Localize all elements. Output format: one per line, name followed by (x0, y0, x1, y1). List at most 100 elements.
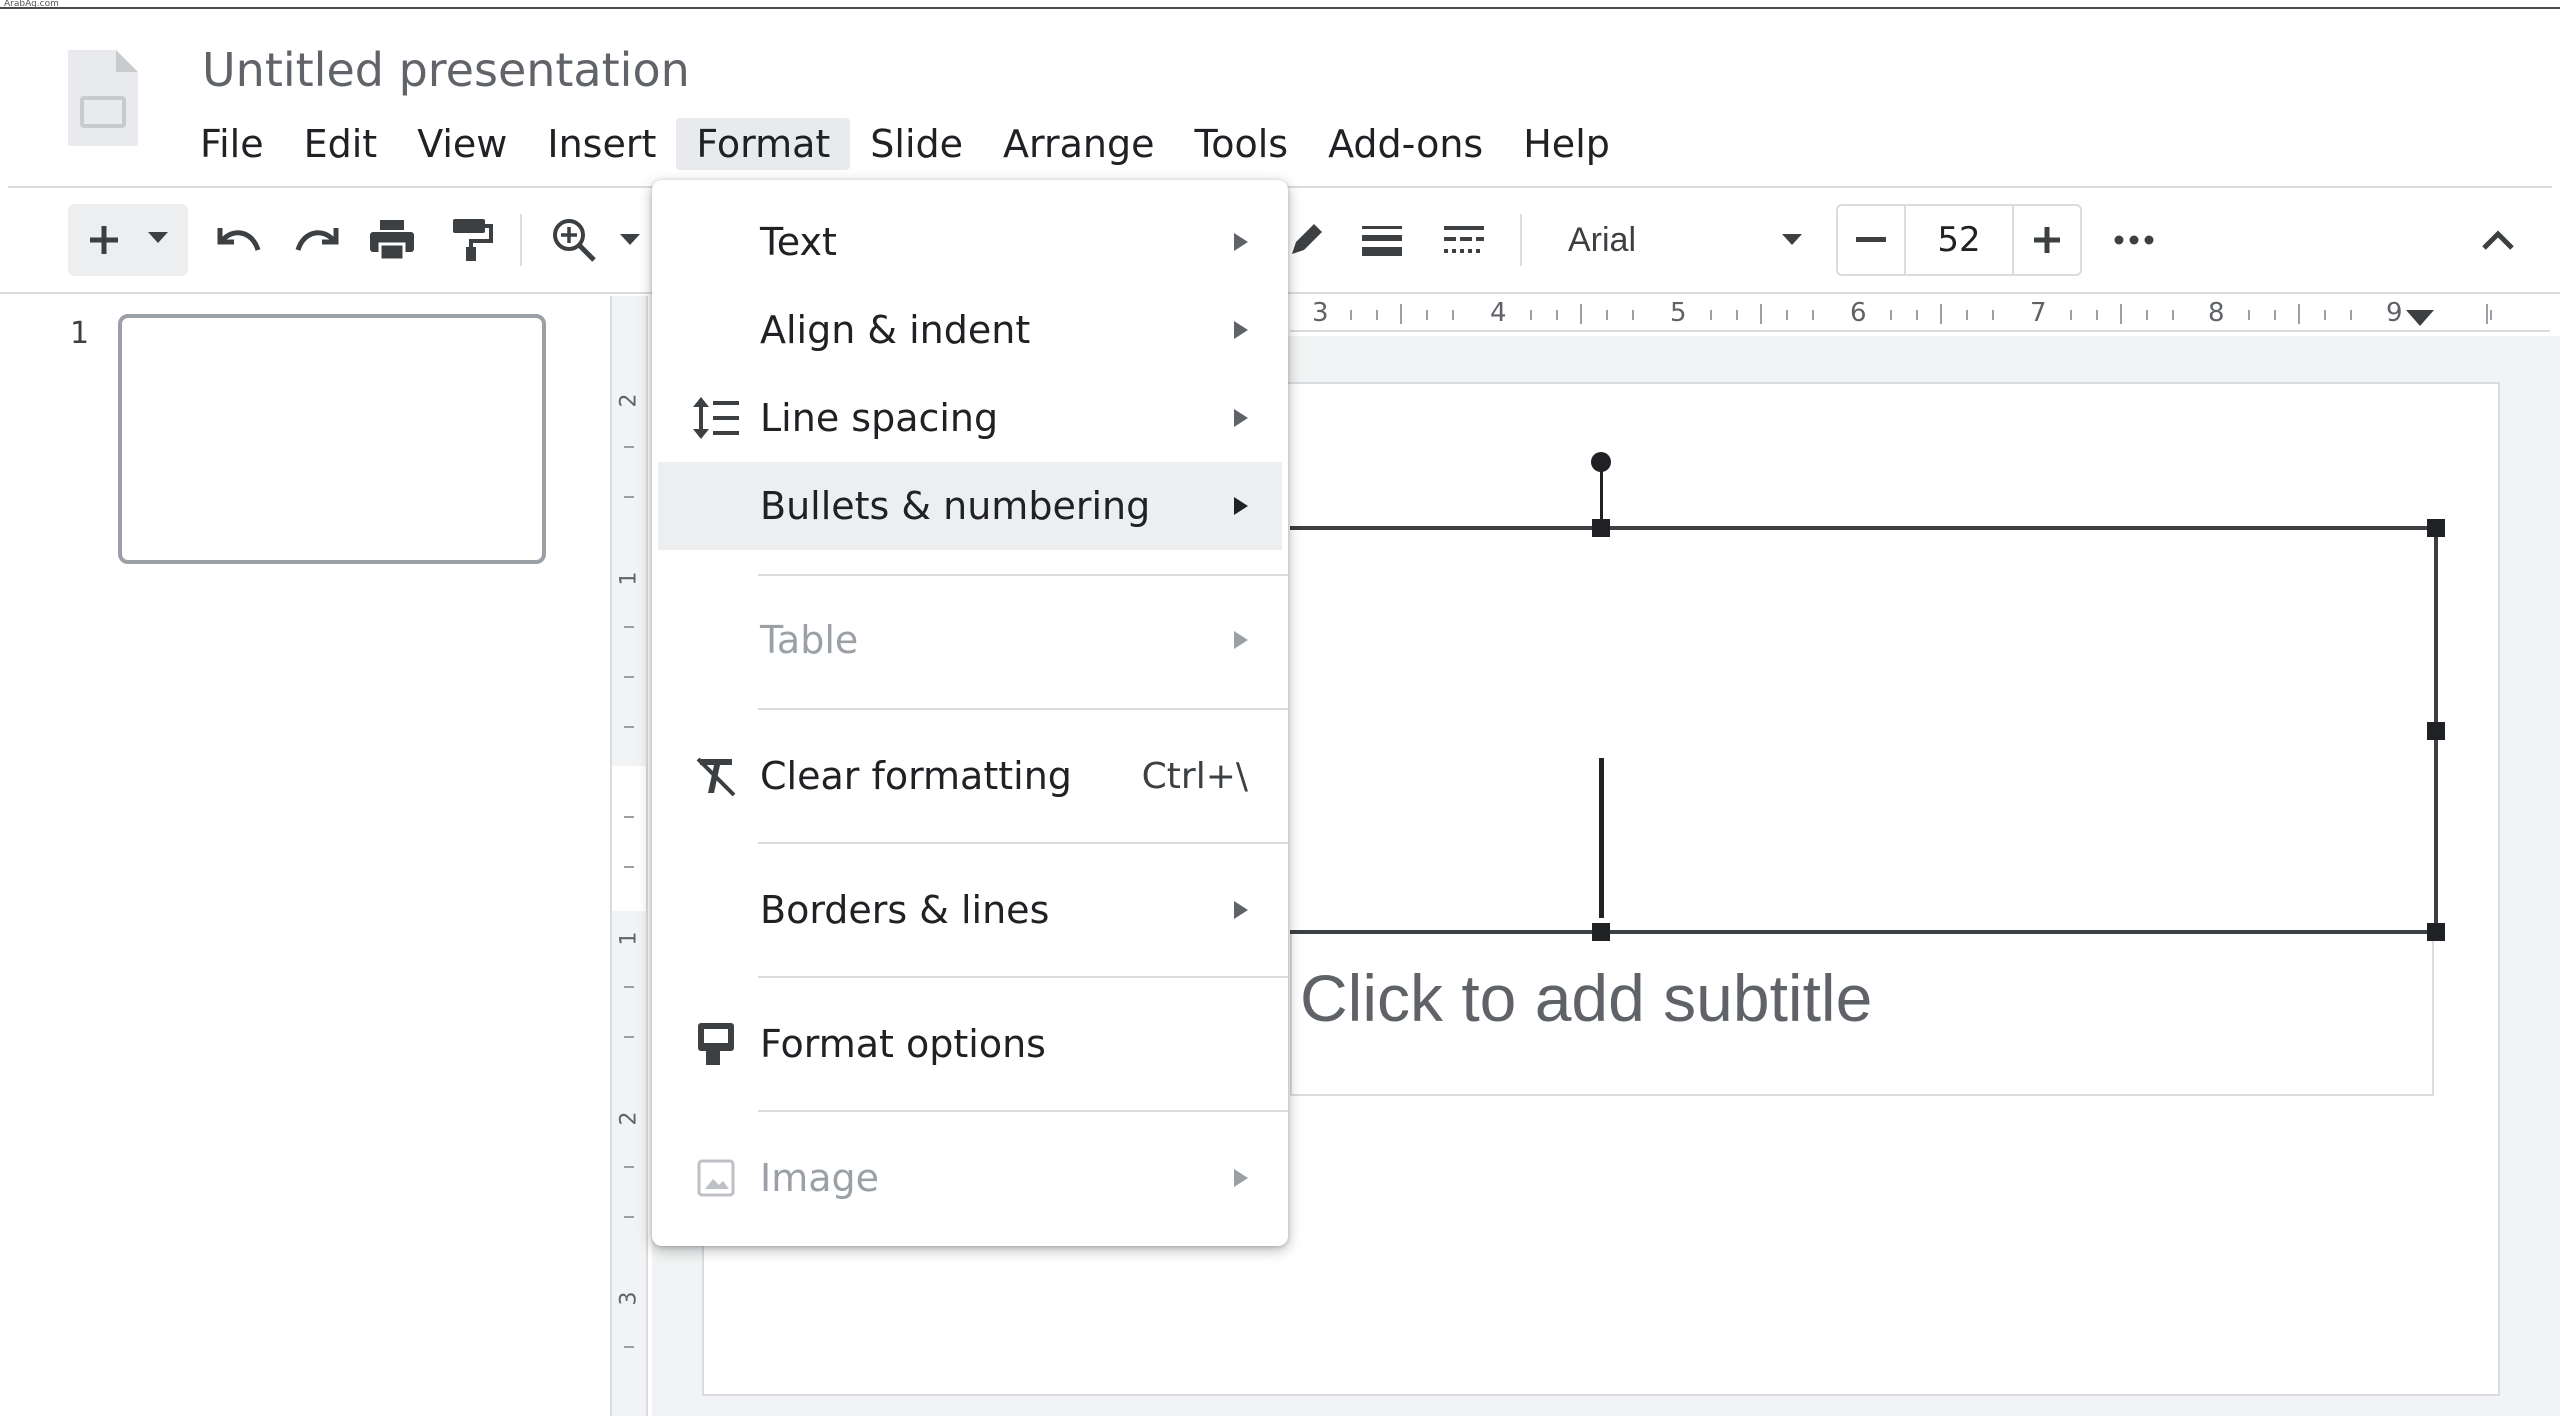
menu-edit[interactable]: Edit (284, 118, 398, 170)
hruler-tick (2172, 310, 2174, 320)
vruler-label: 2 (616, 1111, 642, 1126)
print-icon[interactable] (364, 212, 420, 268)
slide-number: 1 (70, 316, 90, 351)
zoom-dropdown-icon[interactable] (616, 228, 644, 252)
format-menu-item-line-spacing[interactable]: Line spacing (652, 374, 1288, 462)
menu-help[interactable]: Help (1503, 118, 1630, 170)
menu-separator (758, 708, 1288, 710)
hruler-tick (1992, 310, 1994, 320)
toolbar-separator (520, 214, 522, 266)
clear-formatting-icon (690, 750, 742, 802)
vruler-tick (624, 1166, 634, 1168)
resize-handle-top-right[interactable] (2427, 519, 2445, 537)
vruler-tick (624, 626, 634, 628)
vruler-tick (624, 676, 634, 678)
rotate-handle[interactable] (1591, 452, 1611, 472)
submenu-arrow-icon (1234, 1169, 1248, 1187)
menu-item-shortcut: Ctrl+\ (1141, 755, 1248, 797)
format-menu: Text Align & indent Line spacing Bullets… (652, 180, 1288, 1246)
menu-arrange[interactable]: Arrange (983, 118, 1174, 170)
decrease-font-size-button[interactable] (1838, 206, 1904, 274)
plus-icon (2034, 227, 2060, 253)
menu-view[interactable]: View (397, 118, 527, 170)
menu-item-label: Borders & lines (760, 888, 1050, 932)
zoom-icon[interactable] (546, 212, 602, 268)
menu-slide[interactable]: Slide (850, 118, 983, 170)
resize-handle-right[interactable] (2427, 722, 2445, 740)
hruler-tick (1710, 310, 1712, 320)
vruler-tick (624, 1036, 634, 1038)
hruler-tick (1606, 310, 1608, 320)
plus-icon[interactable] (82, 218, 126, 262)
hruler-label: 5 (1670, 298, 1687, 328)
toolbar-separator (1520, 214, 1522, 266)
hruler-tick (2120, 304, 2122, 324)
menu-tools[interactable]: Tools (1175, 118, 1309, 170)
hruler-label: 3 (1312, 298, 1329, 328)
font-size-input[interactable]: 52 (1904, 206, 2014, 274)
watermark: ArabAq.com (4, 0, 59, 9)
presentation-title[interactable]: Untitled presentation (202, 40, 690, 100)
format-menu-item-clear-formatting[interactable]: Clear formatting Ctrl+\ (652, 732, 1288, 820)
menu-item-label: Align & indent (760, 308, 1031, 352)
hruler-tick (1760, 304, 1762, 324)
resize-handle-bottom[interactable] (1592, 923, 1610, 941)
format-options-icon (690, 1018, 742, 1070)
hruler-tick (1916, 310, 1918, 320)
redo-icon[interactable] (290, 216, 346, 264)
slide-thumbnail[interactable] (118, 314, 546, 564)
vruler-tick (624, 496, 634, 498)
vruler-tick (624, 1216, 634, 1218)
slides-logo-icon[interactable] (66, 48, 140, 148)
vertical-ruler[interactable]: 2 1 1 2 3 (610, 296, 648, 1416)
collapse-icon[interactable] (2468, 212, 2528, 268)
submenu-arrow-icon (1234, 321, 1248, 339)
more-icon[interactable] (2104, 212, 2164, 268)
text-cursor (1599, 758, 1604, 918)
hruler-tick (1812, 310, 1814, 320)
menu-file[interactable]: File (180, 118, 284, 170)
new-slide-button-group (68, 204, 188, 276)
menu-insert[interactable]: Insert (527, 118, 676, 170)
hruler-tick (2490, 310, 2492, 320)
border-dash-icon[interactable] (1436, 212, 1492, 268)
menu-item-label: Bullets & numbering (760, 484, 1151, 528)
resize-handle-top[interactable] (1592, 519, 1610, 537)
hruler-label: 9 (2386, 298, 2403, 328)
hruler-tick (2248, 310, 2250, 320)
hruler-tick (1786, 310, 1788, 320)
increase-font-size-button[interactable] (2014, 206, 2080, 274)
format-menu-item-borders-lines[interactable]: Borders & lines (652, 866, 1288, 954)
hruler-tick (2324, 310, 2326, 320)
window-top-strip (0, 0, 2560, 9)
chevron-down-icon[interactable] (146, 230, 170, 246)
paint-format-icon[interactable] (444, 212, 500, 268)
font-family-select[interactable]: Arial (1556, 204, 1816, 276)
menu-item-label: Format options (760, 1022, 1046, 1066)
format-menu-item-bullets-numbering[interactable]: Bullets & numbering (658, 462, 1282, 550)
font-family-value: Arial (1568, 220, 1637, 259)
format-menu-item-image: Image (652, 1134, 1288, 1222)
format-menu-item-format-options[interactable]: Format options (652, 1000, 1288, 1088)
menu-add-ons[interactable]: Add-ons (1308, 118, 1503, 170)
minus-icon (1856, 237, 1886, 242)
undo-icon[interactable] (210, 216, 266, 264)
hruler-label: 4 (1490, 298, 1507, 328)
submenu-arrow-icon (1234, 497, 1248, 515)
hruler-tick (1400, 304, 1402, 324)
horizontal-ruler[interactable]: 3 4 5 6 7 8 9 (1290, 296, 2550, 332)
line-spacing-icon (690, 392, 742, 444)
format-menu-item-align-indent[interactable]: Align & indent (652, 286, 1288, 374)
format-menu-item-text[interactable]: Text (652, 198, 1288, 286)
vruler-label: 3 (616, 1291, 642, 1306)
hruler-tick (2274, 310, 2276, 320)
hruler-tick (1426, 310, 1428, 320)
hruler-tick (2070, 310, 2072, 320)
subtitle-placeholder[interactable]: Click to add subtitle (1300, 960, 1872, 1036)
resize-handle-bottom-right[interactable] (2427, 923, 2445, 941)
vertical-ruler-margin (612, 766, 646, 911)
menu-format[interactable]: Format (676, 118, 851, 170)
border-weight-icon[interactable] (1354, 212, 1410, 268)
right-indent-marker-icon[interactable] (2406, 310, 2434, 332)
hruler-tick (2096, 310, 2098, 320)
